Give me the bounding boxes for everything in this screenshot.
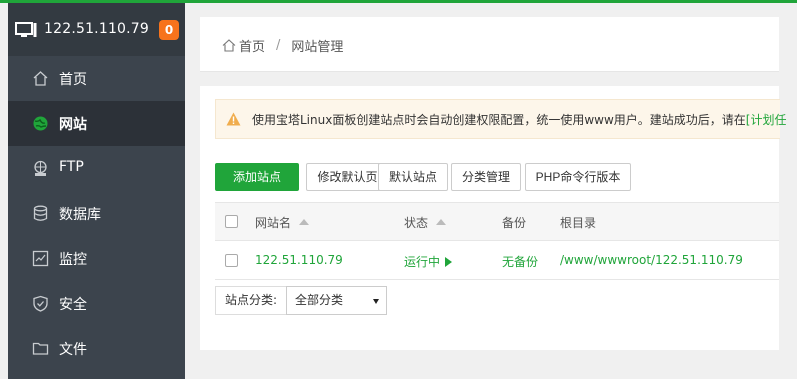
globe-icon bbox=[33, 116, 48, 131]
message-badge[interactable]: 0 bbox=[159, 20, 179, 40]
sidebar-item-monitor[interactable]: 监控 bbox=[8, 236, 185, 281]
breadcrumb-separator: / bbox=[276, 38, 281, 53]
home-icon bbox=[33, 71, 48, 86]
cron-link[interactable]: [计划任 bbox=[746, 113, 787, 127]
server-ip: 122.51.110.79 bbox=[44, 21, 150, 37]
sidebar-header: 122.51.110.79 0 bbox=[8, 3, 185, 56]
column-header-backup: 备份 bbox=[502, 216, 527, 230]
site-root-link[interactable]: /www/wwwroot/122.51.110.79 bbox=[560, 253, 743, 267]
monitor-chart-icon bbox=[32, 250, 49, 267]
sidebar-item-ftp[interactable]: FTP bbox=[8, 146, 185, 191]
home-icon bbox=[222, 39, 236, 52]
chevron-down-icon bbox=[373, 299, 380, 304]
sidebar-item-home[interactable]: 首页 bbox=[8, 56, 185, 101]
column-header-status[interactable]: 状态 bbox=[404, 214, 447, 231]
database-icon bbox=[33, 205, 48, 221]
shield-icon bbox=[33, 295, 48, 312]
sidebar-item-files[interactable]: 文件 bbox=[8, 326, 185, 371]
ftp-icon bbox=[34, 160, 47, 176]
monitor-icon bbox=[15, 22, 37, 37]
sort-up-icon bbox=[299, 218, 310, 225]
sidebar-item-label: FTP bbox=[59, 159, 84, 175]
sidebar-item-label: 数据库 bbox=[59, 207, 101, 223]
sidebar-item-label: 文件 bbox=[59, 342, 87, 358]
notice-text: 使用宝塔Linux面板创建站点时会自动创建权限配置，统一使用www用户。建站成功… bbox=[252, 113, 787, 127]
filter-label: 站点分类: bbox=[215, 286, 287, 315]
category-manage-button[interactable]: 分类管理 bbox=[451, 163, 521, 191]
sidebar-item-label: 首页 bbox=[59, 72, 87, 88]
sidebar-item-label: 安全 bbox=[59, 297, 87, 313]
folder-icon bbox=[32, 342, 49, 355]
warning-icon bbox=[226, 112, 241, 126]
sidebar-item-security[interactable]: 安全 bbox=[8, 281, 185, 326]
add-site-button[interactable]: 添加站点 bbox=[215, 163, 299, 191]
table-header: 网站名 状态 备份 根目录 bbox=[215, 202, 779, 241]
sidebar-item-label: 监控 bbox=[59, 252, 87, 268]
category-select[interactable]: 全部分类 bbox=[286, 286, 388, 315]
php-cli-version-button[interactable]: PHP命令行版本 bbox=[525, 163, 631, 191]
notice-banner: 使用宝塔Linux面板创建站点时会自动创建权限配置，统一使用www用户。建站成功… bbox=[215, 99, 786, 139]
site-table: 网站名 状态 备份 根目录 122.51.110.79 运行中 无备份 /www… bbox=[215, 202, 779, 280]
table-row: 122.51.110.79 运行中 无备份 /www/wwwroot/122.5… bbox=[215, 241, 779, 280]
site-category-filter: 站点分类: 全部分类 bbox=[215, 286, 388, 315]
breadcrumb: 首页 / 网站管理 bbox=[222, 36, 343, 55]
column-header-name[interactable]: 网站名 bbox=[255, 214, 310, 231]
site-management-panel: 使用宝塔Linux面板创建站点时会自动创建权限配置，统一使用www用户。建站成功… bbox=[200, 86, 786, 350]
sidebar-item-database[interactable]: 数据库 bbox=[8, 191, 185, 236]
breadcrumb-card: 首页 / 网站管理 bbox=[200, 17, 779, 72]
site-backup-link[interactable]: 无备份 bbox=[502, 253, 538, 270]
site-name-link[interactable]: 122.51.110.79 bbox=[255, 253, 343, 267]
play-icon bbox=[445, 256, 453, 267]
column-header-root: 根目录 bbox=[560, 216, 597, 230]
category-select-value: 全部分类 bbox=[295, 293, 344, 307]
default-site-button[interactable]: 默认站点 bbox=[378, 163, 448, 191]
sidebar-item-website[interactable]: 网站 bbox=[8, 101, 185, 146]
sort-up-icon bbox=[436, 218, 447, 225]
site-status-toggle[interactable]: 运行中 bbox=[404, 253, 453, 270]
modify-default-page-button[interactable]: 修改默认页 bbox=[306, 163, 389, 191]
breadcrumb-current: 网站管理 bbox=[291, 40, 344, 55]
row-checkbox[interactable] bbox=[225, 254, 238, 267]
sidebar: 122.51.110.79 0 首页 网站 FTP 数据库 监控 安全 文件 bbox=[8, 3, 185, 379]
sidebar-item-label: 网站 bbox=[59, 117, 87, 133]
breadcrumb-home[interactable]: 首页 bbox=[239, 36, 265, 55]
select-all-checkbox[interactable] bbox=[225, 215, 238, 228]
